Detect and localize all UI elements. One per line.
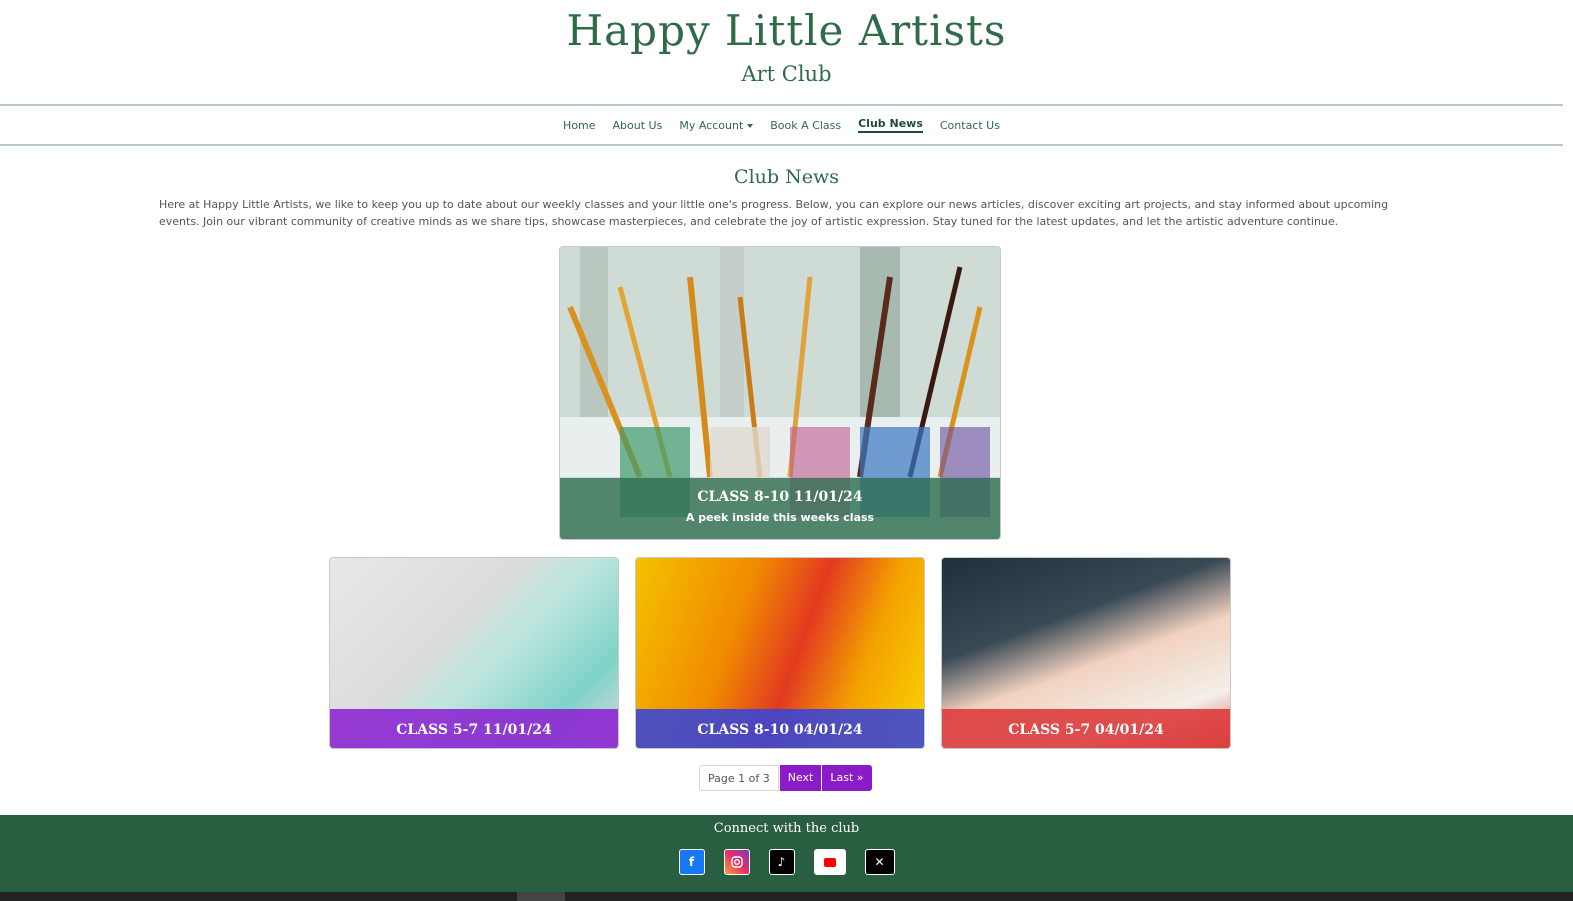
news-card-title[interactable]: CLASS 8-10 04/01/24: [697, 722, 862, 738]
browser-bottom-bar: [0, 892, 1573, 901]
nav-my-account-label: My Account: [679, 118, 744, 132]
nav-contact-us[interactable]: Contact Us: [940, 119, 1000, 132]
nav-club-news[interactable]: Club News: [858, 117, 923, 133]
youtube-icon[interactable]: [813, 849, 846, 875]
site-footer: Connect with the club f ♪ ✕: [0, 815, 1573, 892]
main-nav: Home About Us My Account Book A Class Cl…: [0, 104, 1563, 146]
featured-card-title[interactable]: CLASS 8-10 11/01/24: [560, 489, 1000, 505]
nav-my-account[interactable]: My Account: [679, 118, 754, 132]
scroll-tab: [517, 892, 565, 901]
footer-title: Connect with the club: [713, 821, 860, 836]
social-links: f ♪ ✕: [0, 849, 1573, 875]
nav-home[interactable]: Home: [563, 119, 595, 132]
featured-news-card[interactable]: CLASS 8-10 11/01/24 A peek inside this w…: [559, 246, 1001, 540]
intro-text: Here at Happy Little Artists, we like to…: [159, 198, 1389, 228]
news-card-title[interactable]: CLASS 5-7 04/01/24: [1008, 722, 1163, 738]
nav-book-a-class[interactable]: Book A Class: [770, 119, 841, 132]
site-subtitle: Art Club: [741, 62, 832, 86]
news-card-caption: CLASS 5-7 04/01/24: [942, 709, 1230, 748]
next-page-button[interactable]: Next: [778, 765, 822, 791]
nav-about-us[interactable]: About Us: [613, 119, 663, 132]
news-card-title[interactable]: CLASS 5-7 11/01/24: [396, 722, 551, 738]
page-indicator: Page 1 of 3: [699, 765, 779, 791]
instagram-icon[interactable]: [723, 849, 750, 875]
news-card[interactable]: CLASS 5-7 04/01/24: [941, 557, 1231, 749]
page-title: Club News: [734, 166, 839, 188]
news-card-caption: CLASS 5-7 11/01/24: [330, 709, 618, 748]
news-card[interactable]: CLASS 5-7 11/01/24: [329, 557, 619, 749]
x-icon[interactable]: ✕: [864, 849, 895, 875]
tiktok-icon[interactable]: ♪: [768, 849, 795, 875]
news-card-caption: CLASS 8-10 04/01/24: [636, 709, 924, 748]
news-card[interactable]: CLASS 8-10 04/01/24: [635, 557, 925, 749]
site-header: Happy Little Artists Art Club: [0, 0, 1573, 104]
featured-card-caption: CLASS 8-10 11/01/24 A peek inside this w…: [560, 478, 1000, 539]
site-title[interactable]: Happy Little Artists: [0, 6, 1573, 55]
facebook-icon[interactable]: f: [678, 849, 705, 875]
featured-card-description: A peek inside this weeks class: [685, 511, 875, 524]
caret-down-icon: [747, 123, 754, 128]
last-page-button[interactable]: Last »: [821, 765, 872, 791]
pagination: Page 1 of 3 Next Last »: [699, 765, 872, 791]
